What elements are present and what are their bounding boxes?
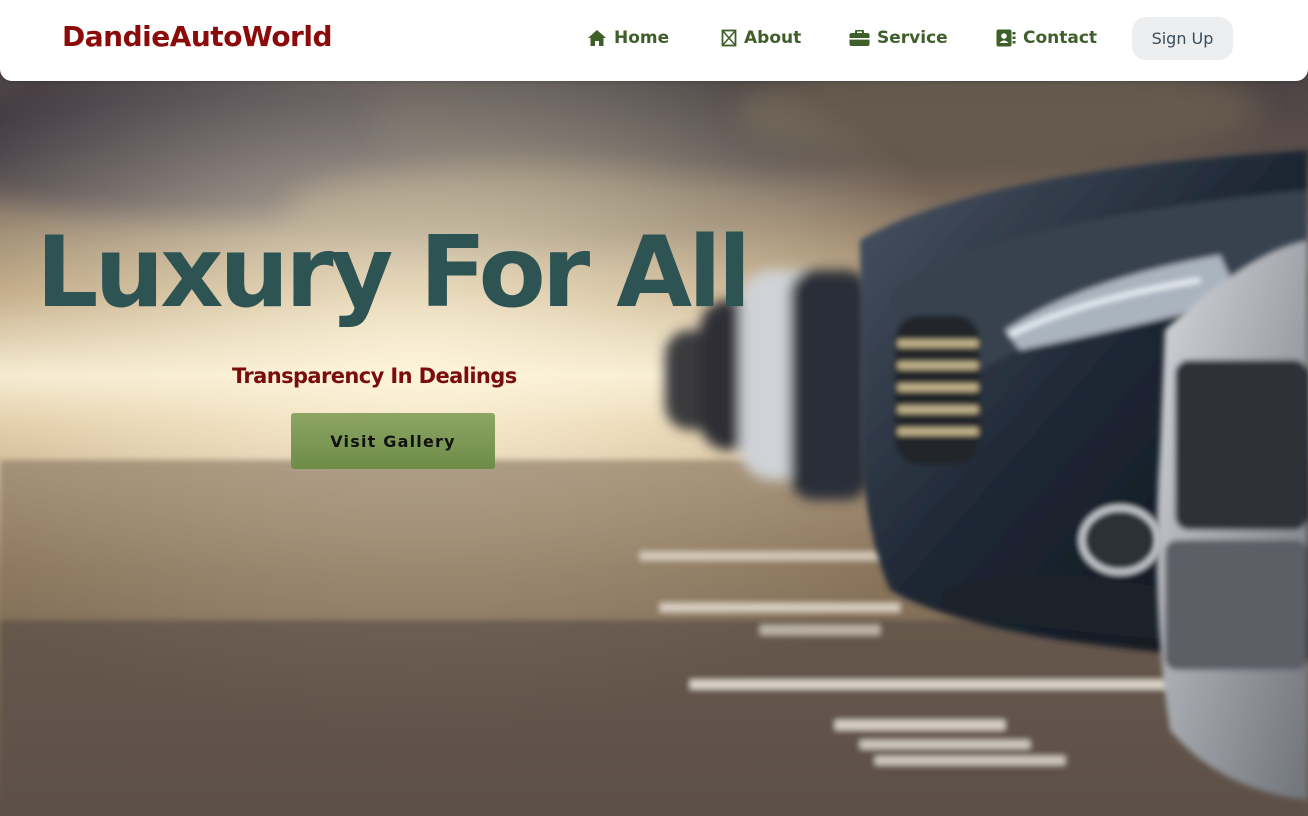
hero-section: Luxury For All Transparency In Dealings … [0,0,1308,816]
nav-links: Home About Service Contact [0,0,1308,81]
nav-link-service[interactable]: Service [849,28,948,48]
hero-subtitle: Transparency In Dealings [232,364,517,388]
nav-link-label: Service [877,28,948,48]
home-icon [587,29,607,47]
page: Luxury For All Transparency In Dealings … [0,0,1308,816]
nav-link-label: About [744,28,802,48]
sign-up-button[interactable]: Sign Up [1132,17,1233,60]
about-icon [721,29,737,47]
briefcase-icon [849,29,870,47]
nav-link-contact[interactable]: Contact [996,28,1097,48]
nav-link-label: Contact [1023,28,1098,48]
nav-link-about[interactable]: About [721,28,801,48]
nav-link-home[interactable]: Home [587,28,669,48]
nav-link-label: Home [614,28,670,48]
visit-gallery-button[interactable]: Visit Gallery [291,413,495,469]
hero-background-image [0,0,1308,816]
hero-title: Luxury For All [36,216,751,330]
contact-book-icon [996,29,1016,47]
navbar: DandieAutoWorld Home About Service Conta… [0,0,1308,81]
